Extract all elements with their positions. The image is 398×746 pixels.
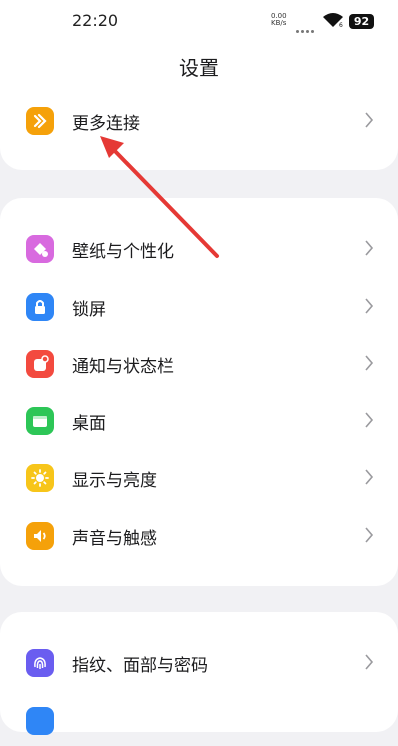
settings-item-wallpaper[interactable]: 壁纸与个性化 — [0, 222, 398, 274]
signal-dots-icon — [296, 18, 316, 37]
settings-group-display: 壁纸与个性化 锁屏 通知与状态栏 桌面 显示与亮度 声音与触感 — [0, 198, 398, 586]
settings-item-label: 显示与亮度 — [72, 471, 157, 491]
chevron-right-icon — [365, 298, 374, 314]
settings-item-label: 通知与状态栏 — [72, 357, 174, 377]
status-bar: 22:20 0.00 KB/s 6 92 — [0, 0, 398, 44]
desktop-icon — [26, 407, 54, 435]
brightness-icon — [26, 464, 54, 492]
network-speed: 0.00 KB/s — [271, 13, 287, 27]
chevron-right-icon — [365, 240, 374, 256]
status-time: 22:20 — [72, 11, 119, 30]
wifi-icon: 6 — [323, 13, 343, 28]
svg-text:6: 6 — [339, 22, 343, 28]
settings-item-label: 桌面 — [72, 414, 106, 434]
next-item-icon — [26, 707, 54, 735]
settings-item-next[interactable] — [0, 694, 398, 746]
settings-item-label: 壁纸与个性化 — [72, 242, 174, 262]
chevron-right-icon — [365, 355, 374, 371]
settings-item-notifications[interactable]: 通知与状态栏 — [0, 337, 398, 389]
battery-indicator: 92 — [349, 14, 374, 29]
chevron-right-icon — [365, 654, 374, 670]
page-title: 设置 — [179, 56, 219, 80]
fingerprint-icon — [26, 649, 54, 677]
chevron-right-icon — [365, 469, 374, 485]
network-speed-unit: KB/s — [271, 19, 287, 27]
settings-item-label: 锁屏 — [72, 300, 106, 320]
lock-icon — [26, 293, 54, 321]
settings-item-label: 声音与触感 — [72, 529, 157, 549]
chevron-right-icon — [365, 527, 374, 543]
chevron-right-icon — [365, 112, 374, 128]
settings-item-label: 更多连接 — [72, 114, 140, 134]
settings-item-lockscreen[interactable]: 锁屏 — [0, 280, 398, 332]
notification-icon — [26, 350, 54, 378]
settings-item-desktop[interactable]: 桌面 — [0, 394, 398, 446]
more-connections-icon — [26, 107, 54, 135]
settings-item-sound[interactable]: 声音与触感 — [0, 509, 398, 561]
chevron-right-icon — [365, 412, 374, 428]
sound-icon — [26, 522, 54, 550]
wallpaper-icon — [26, 235, 54, 263]
settings-item-label: 指纹、面部与密码 — [72, 656, 208, 676]
settings-item-display-brightness[interactable]: 显示与亮度 — [0, 451, 398, 503]
settings-group-security: 指纹、面部与密码 — [0, 612, 398, 735]
settings-group-connections: 更多连接 — [0, 90, 398, 170]
settings-item-fingerprint[interactable]: 指纹、面部与密码 — [0, 636, 398, 688]
settings-item-more-connections[interactable]: 更多连接 — [0, 94, 398, 146]
